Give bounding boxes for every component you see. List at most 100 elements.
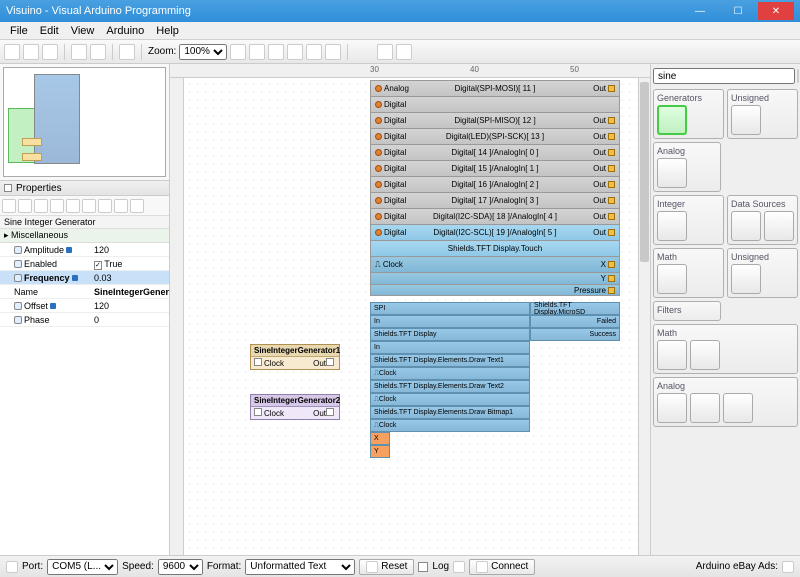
save-icon[interactable] (42, 44, 58, 60)
upload-icon[interactable] (396, 44, 412, 60)
pin-row[interactable]: AnalogDigital(SPI-MOSI)[ 11 ]Out (370, 80, 620, 96)
prop-tool-icon[interactable] (18, 199, 32, 213)
paste-icon[interactable] (90, 44, 106, 60)
tft-y-row[interactable]: Y (370, 272, 620, 284)
log-checkbox[interactable] (418, 562, 428, 572)
out-pin-icon[interactable] (608, 149, 615, 156)
shield-success[interactable]: Success (530, 328, 620, 341)
out-pin-icon[interactable] (608, 181, 615, 188)
out-pin-icon[interactable] (608, 275, 615, 282)
shield-in[interactable]: In (370, 315, 530, 328)
palette-item[interactable] (657, 393, 687, 423)
board-pins[interactable]: AnalogDigital(SPI-MOSI)[ 11 ]Out Digital… (370, 80, 620, 296)
out-pin-icon[interactable] (326, 358, 334, 366)
prop-row-enabled[interactable]: Enabled ✓ True (0, 257, 169, 271)
vertical-scrollbar[interactable] (638, 78, 650, 555)
close-button[interactable]: ✕ (758, 2, 794, 20)
connect-button[interactable]: Connect (469, 559, 535, 575)
property-group[interactable]: ▸ Miscellaneous (0, 229, 169, 243)
menu-view[interactable]: View (65, 25, 101, 37)
palette-item[interactable] (657, 158, 687, 188)
out-pin-icon[interactable] (608, 117, 615, 124)
menu-arduino[interactable]: Arduino (100, 25, 150, 37)
pin-row[interactable]: DigitalDigital[ 14 ]/AnalogIn[ 0 ]Out (370, 144, 620, 160)
palette-item[interactable] (690, 340, 720, 370)
palette-item[interactable] (657, 264, 687, 294)
overview-panel[interactable] (3, 67, 166, 177)
shield-elem-text2[interactable]: Shields.TFT Display.Elements.Draw Text2 (370, 380, 530, 393)
prop-tool-icon[interactable] (2, 199, 16, 213)
tft-clock-row[interactable]: ⎍ ClockX (370, 256, 620, 272)
tft-touch-row[interactable]: Shields.TFT Display.Touch (370, 240, 620, 256)
shield-microsd[interactable]: Shields.TFT Display.MicroSD (530, 302, 620, 315)
tft-pressure-row[interactable]: Pressure (370, 284, 620, 296)
zoomfit-icon[interactable] (268, 44, 284, 60)
overview-icon[interactable] (119, 44, 135, 60)
logfile-icon[interactable] (453, 561, 465, 573)
prop-tool-icon[interactable] (50, 199, 64, 213)
palette-item[interactable] (731, 264, 761, 294)
out-pin-icon[interactable] (608, 261, 615, 268)
port-combo[interactable]: COM5 (L... (47, 559, 118, 575)
property-grid[interactable]: Sine Integer Generator ▸ Miscellaneous A… (0, 216, 169, 555)
palette-item[interactable] (690, 393, 720, 423)
zoomsel-icon[interactable] (287, 44, 303, 60)
out-pin-icon[interactable] (608, 197, 615, 204)
zoomout-icon[interactable] (249, 44, 265, 60)
palette-search-input[interactable] (653, 68, 795, 84)
out-pin-icon[interactable] (608, 213, 615, 220)
design-canvas[interactable]: 30 40 50 SineIntegerGenerator1 ClockOut … (170, 64, 650, 555)
palette-item[interactable] (657, 211, 687, 241)
palette-item[interactable] (657, 340, 687, 370)
zoom-combo[interactable]: 100% (179, 44, 227, 60)
shield-elem-bitmap[interactable]: Shields.TFT Display.Elements.Draw Bitmap… (370, 406, 530, 419)
pin-row[interactable]: DigitalDigital(I2C-SDA)[ 18 ]/AnalogIn[ … (370, 208, 620, 224)
prop-tool-icon[interactable] (98, 199, 112, 213)
palette-item[interactable] (657, 105, 687, 135)
reset-button[interactable]: Reset (359, 559, 414, 575)
collapse-icon[interactable] (4, 184, 12, 192)
serial-icon[interactable] (6, 561, 18, 573)
shield-text2-clock[interactable]: ⎍ Clock (370, 393, 530, 406)
out-pin-icon[interactable] (608, 85, 615, 92)
out-pin-icon[interactable] (608, 229, 615, 236)
shield-text1-clock[interactable]: ⎍ Clock (370, 367, 530, 380)
copyimg-icon[interactable] (71, 44, 87, 60)
new-icon[interactable] (4, 44, 20, 60)
minimize-button[interactable]: — (682, 2, 718, 20)
palette-item[interactable] (723, 393, 753, 423)
pin-row[interactable]: DigitalDigital[ 15 ]/AnalogIn[ 1 ]Out (370, 160, 620, 176)
palette-item[interactable] (764, 211, 794, 241)
menu-edit[interactable]: Edit (34, 25, 65, 37)
run-icon[interactable] (377, 44, 393, 60)
out-pin-icon[interactable] (608, 165, 615, 172)
pin-row[interactable]: DigitalDigital[ 16 ]/AnalogIn[ 2 ]Out (370, 176, 620, 192)
prop-tool-icon[interactable] (130, 199, 144, 213)
shield-display[interactable]: Shields.TFT Display (370, 328, 530, 341)
open-icon[interactable] (23, 44, 39, 60)
node-sine-gen1[interactable]: SineIntegerGenerator1 ClockOut (250, 344, 340, 370)
shield-in2[interactable]: In (370, 341, 530, 354)
scroll-thumb[interactable] (640, 82, 649, 262)
shield-elem-text1[interactable]: Shields.TFT Display.Elements.Draw Text1 (370, 354, 530, 367)
maximize-button[interactable]: ☐ (720, 2, 756, 20)
speed-combo[interactable]: 9600 (158, 559, 203, 575)
zoomin-icon[interactable] (230, 44, 246, 60)
node-sine-gen2[interactable]: SineIntegerGenerator2 ClockOut (250, 394, 340, 420)
out-pin-icon[interactable] (326, 408, 334, 416)
prop-row-offset[interactable]: Offset 120 (0, 299, 169, 313)
menu-help[interactable]: Help (150, 25, 185, 37)
shield-out-y[interactable]: Y (370, 445, 390, 458)
prop-tool-icon[interactable] (34, 199, 48, 213)
prop-tool-icon[interactable] (82, 199, 96, 213)
delete-icon[interactable] (325, 44, 341, 60)
pin-row[interactable]: DigitalDigital(LED)(SPI-SCK)[ 13 ]Out (370, 128, 620, 144)
prop-row-phase[interactable]: Phase 0 (0, 313, 169, 327)
prop-row-name[interactable]: Name SineIntegerGenerator2 (0, 285, 169, 299)
pin-row[interactable]: Digital (370, 96, 620, 112)
palette-item[interactable] (731, 105, 761, 135)
prop-row-amplitude[interactable]: Amplitude 120 (0, 243, 169, 257)
shield-failed[interactable]: Failed (530, 315, 620, 328)
menu-file[interactable]: File (4, 25, 34, 37)
prop-tool-icon[interactable] (66, 199, 80, 213)
